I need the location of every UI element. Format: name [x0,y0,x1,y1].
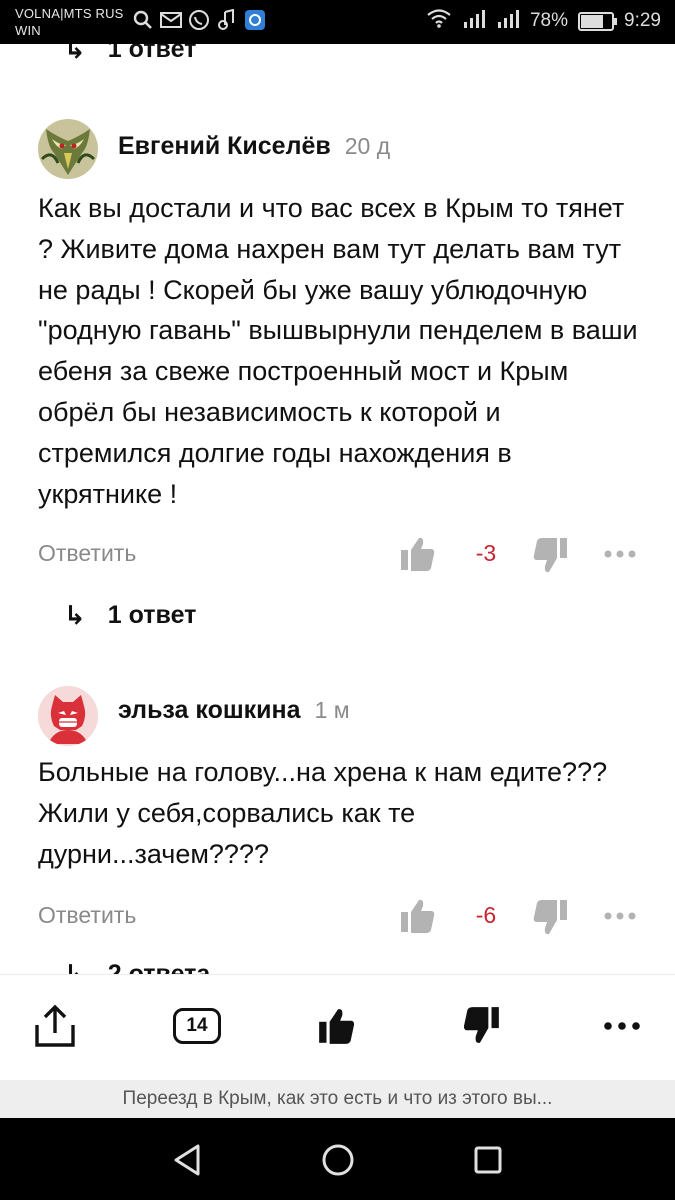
comment-actions: Ответить -6 [0,896,675,940]
clock: 9:29 [624,10,661,31]
recents-button[interactable] [468,1140,508,1180]
thumbs-up-icon [319,1009,355,1044]
dislike-button[interactable] [532,898,568,938]
comment-author[interactable]: эльза кошкина 1 м [118,696,350,725]
replies-count-label: 1 ответ [107,601,197,629]
more-icon [604,912,636,920]
back-button[interactable] [168,1140,208,1180]
share-icon [35,1004,75,1047]
replies-count-label: 1 ответ [107,44,197,63]
reply-button[interactable]: Ответить [38,902,136,929]
mail-icon [160,9,182,31]
more-icon [604,1022,640,1030]
battery-level [581,14,604,28]
whatsapp-icon [188,9,210,31]
comments-feed: ↳ 1 ответ Евгений Киселёв 20 д Как вы дос… [0,44,675,974]
app-notification-icon [244,9,266,31]
thumbs-down-icon [533,900,567,935]
replies-link[interactable]: ↳ 1 ответ [64,600,196,631]
home-button[interactable] [318,1140,358,1180]
like-button[interactable] [400,896,436,936]
like-button[interactable] [400,534,436,574]
thumbs-up-icon [401,537,435,571]
more-options-button[interactable] [603,534,639,574]
replies-link[interactable]: ↳ 2 ответа [64,959,210,974]
avatar[interactable] [38,686,98,746]
replies-link[interactable]: ↳ 1 ответ [64,44,196,65]
carrier-line-2: WIN [15,23,41,38]
comment-text: Больные на голову...на хрена к нам едите… [38,757,608,869]
search-icon [132,9,154,31]
comment-age: 20 д [344,133,391,159]
carrier-name: VOLNA|MTS RUS WIN [15,5,124,39]
thumbs-down-icon [463,1007,499,1043]
comments-button[interactable]: 14 [172,1001,222,1051]
recents-icon [474,1146,502,1174]
like-article-button[interactable] [312,1001,362,1051]
comment-age: 1 м [314,697,350,723]
reply-button[interactable]: Ответить [38,540,136,567]
replies-count-label: 2 ответа [107,960,211,974]
back-icon [174,1144,200,1176]
notification-icons [132,9,266,31]
comments-count-icon: 14 [173,1008,221,1044]
author-name: эльза кошкина [118,696,301,724]
reply-arrow-icon: ↳ [64,959,86,974]
carrier-line-1: VOLNA|MTS RUS [15,6,124,21]
article-title-bar[interactable]: Переезд в Крым, как это есть и что из эт… [0,1080,675,1118]
article-toolbar: 14 [0,974,675,1081]
battery-percent: 78% [529,10,569,31]
avatar[interactable] [38,119,98,179]
author-name: Евгений Киселёв [118,132,331,160]
reply-arrow-icon: ↳ [64,600,86,630]
comment-text: Как вы достали и что вас всех в Крым то … [38,193,638,509]
comment-actions: Ответить -3 [0,534,675,578]
more-article-button[interactable] [597,1001,647,1051]
status-bar: VOLNA|MTS RUS WIN 78% 9:29 [0,0,675,44]
signal-icon-1 [462,8,486,34]
home-icon [322,1144,354,1176]
comment-score: -6 [475,902,497,928]
comment-score: -3 [475,540,497,566]
wifi-icon [426,8,452,34]
status-indicators: 78% 9:29 [426,8,661,34]
reply-arrow-icon: ↳ [64,44,86,64]
signal-icon-2 [496,8,520,34]
dislike-article-button[interactable] [456,1001,506,1051]
thumbs-down-icon [533,538,567,573]
thumbs-up-icon [401,899,435,933]
comment-author[interactable]: Евгений Киселёв 20 д [118,132,390,161]
share-button[interactable] [30,1001,80,1051]
more-options-button[interactable] [603,896,639,936]
system-nav-bar [0,1118,675,1200]
dislike-button[interactable] [532,536,568,576]
more-icon [604,550,636,558]
battery-icon [578,11,618,31]
music-icon [216,9,238,31]
